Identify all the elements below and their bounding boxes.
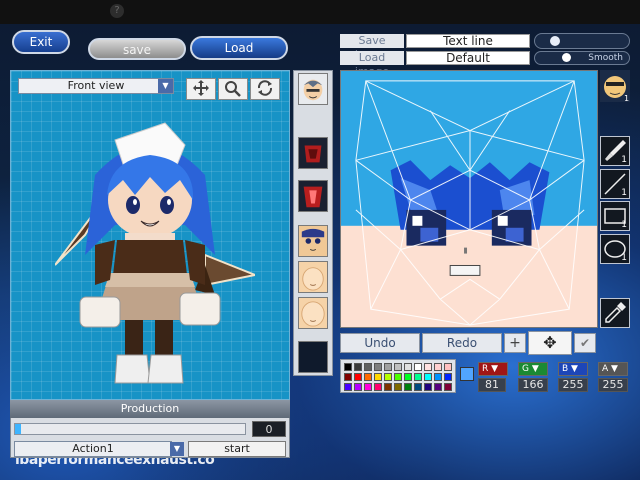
eyes-thumbnail[interactable] xyxy=(298,225,328,257)
production-title: Production xyxy=(10,400,290,418)
view-select[interactable]: Front view xyxy=(18,78,174,94)
green-value[interactable]: 166 xyxy=(518,378,548,392)
parts-strip xyxy=(293,70,333,376)
empty-slot-thumbnail[interactable] xyxy=(298,341,328,373)
brush-size: 1 xyxy=(621,155,627,165)
magnifier-icon xyxy=(225,81,241,97)
zoom-tool-button[interactable] xyxy=(218,78,248,100)
red-channel-selector[interactable]: R ▼ xyxy=(478,362,508,376)
exit-button[interactable]: Exit xyxy=(12,30,70,54)
load-button[interactable]: Load xyxy=(190,36,288,60)
blue-channel-selector[interactable]: B ▼ xyxy=(558,362,588,376)
palette-swatch[interactable] xyxy=(394,373,402,381)
palette-swatch[interactable] xyxy=(364,363,372,371)
palette-swatch[interactable] xyxy=(424,383,432,391)
top-bar: ? xyxy=(0,0,640,24)
palette-swatch[interactable] xyxy=(434,363,442,371)
palette-swatch[interactable] xyxy=(424,373,432,381)
ellipse-size: 1 xyxy=(621,253,627,263)
character-3d-model[interactable] xyxy=(55,115,255,395)
eyedropper-icon xyxy=(605,302,626,323)
toggle-switch[interactable] xyxy=(534,33,630,49)
face-count: 1 xyxy=(624,94,629,102)
palette-swatch[interactable] xyxy=(394,383,402,391)
current-color-swatch[interactable] xyxy=(460,367,474,381)
alpha-channel-selector[interactable]: A ▼ xyxy=(598,362,628,376)
text-line-field[interactable]: Text line xyxy=(406,34,530,48)
palette-swatch[interactable] xyxy=(364,373,372,381)
palette-swatch[interactable] xyxy=(444,373,452,381)
production-slider[interactable] xyxy=(14,423,246,435)
palette-swatch[interactable] xyxy=(434,373,442,381)
save-button[interactable]: save xyxy=(88,38,186,60)
palette-swatch[interactable] xyxy=(404,363,412,371)
face-texture-canvas[interactable] xyxy=(340,70,598,328)
hair-thumbnail[interactable] xyxy=(298,137,328,169)
palette-swatch[interactable] xyxy=(444,363,452,371)
palette-swatch[interactable] xyxy=(444,383,452,391)
smooth-toggle[interactable]: Smooth xyxy=(534,51,630,65)
palette-swatch[interactable] xyxy=(384,363,392,371)
move-tool-button[interactable] xyxy=(186,78,216,100)
palette-swatch[interactable] xyxy=(354,383,362,391)
production-slider-handle[interactable] xyxy=(15,424,21,434)
check-icon[interactable]: ✔ xyxy=(574,333,596,353)
palette-swatch[interactable] xyxy=(374,373,382,381)
green-channel-selector[interactable]: G ▼ xyxy=(518,362,548,376)
chevron-down-icon[interactable]: ▼ xyxy=(158,79,173,93)
palette-swatch[interactable] xyxy=(394,363,402,371)
action-select[interactable]: Action1 xyxy=(14,441,172,457)
production-frame-value[interactable]: 0 xyxy=(252,421,286,437)
move-arrows-icon xyxy=(193,80,209,96)
eyedropper-tool-button[interactable] xyxy=(600,298,630,328)
palette-swatch[interactable] xyxy=(414,383,422,391)
palette-swatch[interactable] xyxy=(424,363,432,371)
palette-swatch[interactable] xyxy=(344,373,352,381)
brush-tool-button[interactable]: 1 xyxy=(600,136,630,166)
palette-swatch[interactable] xyxy=(414,373,422,381)
palette-swatch[interactable] xyxy=(414,363,422,371)
redo-button[interactable]: Redo xyxy=(422,333,502,353)
palette-swatch[interactable] xyxy=(404,373,412,381)
head-alt-thumbnail[interactable] xyxy=(298,297,328,329)
head-thumbnail[interactable] xyxy=(298,261,328,293)
toggle-knob[interactable] xyxy=(550,36,560,46)
chevron-down-icon[interactable]: ▼ xyxy=(170,442,184,456)
start-button[interactable]: start xyxy=(188,441,286,457)
face-mode-icon[interactable]: 1 xyxy=(600,70,630,102)
outfit-thumbnail[interactable] xyxy=(298,180,328,212)
line-tool-button[interactable]: 1 xyxy=(600,169,630,199)
undo-button[interactable]: Undo xyxy=(340,333,420,353)
rectangle-size: 1 xyxy=(621,220,627,230)
palette-swatch[interactable] xyxy=(344,363,352,371)
rotate-arrows-icon xyxy=(257,80,273,96)
alpha-value[interactable]: 255 xyxy=(598,378,628,392)
help-icon[interactable]: ? xyxy=(110,4,124,18)
palette-swatch[interactable] xyxy=(344,383,352,391)
font-select[interactable]: Default xyxy=(406,51,530,65)
red-value[interactable]: 81 xyxy=(478,378,506,392)
save-image-button[interactable]: Save image xyxy=(340,34,404,61)
palette-swatch[interactable] xyxy=(374,363,382,371)
ellipse-tool-button[interactable]: 1 xyxy=(600,234,630,264)
palette-swatch[interactable] xyxy=(354,363,362,371)
palette-swatch[interactable] xyxy=(364,383,372,391)
palette-swatch[interactable] xyxy=(384,383,392,391)
rectangle-tool-button[interactable]: 1 xyxy=(600,201,630,231)
palette-swatch[interactable] xyxy=(384,373,392,381)
plus-icon[interactable]: + xyxy=(504,333,526,353)
palette-swatch[interactable] xyxy=(354,373,362,381)
line-size: 1 xyxy=(621,188,627,198)
load-image-button[interactable]: Load image xyxy=(340,51,404,78)
palette-swatch[interactable] xyxy=(434,383,442,391)
smooth-toggle-knob[interactable] xyxy=(562,53,571,62)
blue-value[interactable]: 255 xyxy=(558,378,588,392)
face-thumbnail[interactable] xyxy=(298,73,328,105)
palette-swatch[interactable] xyxy=(404,383,412,391)
move-arrows-icon[interactable]: ✥ xyxy=(528,331,572,355)
rotate-tool-button[interactable] xyxy=(250,78,280,100)
color-palette[interactable] xyxy=(340,359,456,393)
palette-swatch[interactable] xyxy=(374,383,382,391)
